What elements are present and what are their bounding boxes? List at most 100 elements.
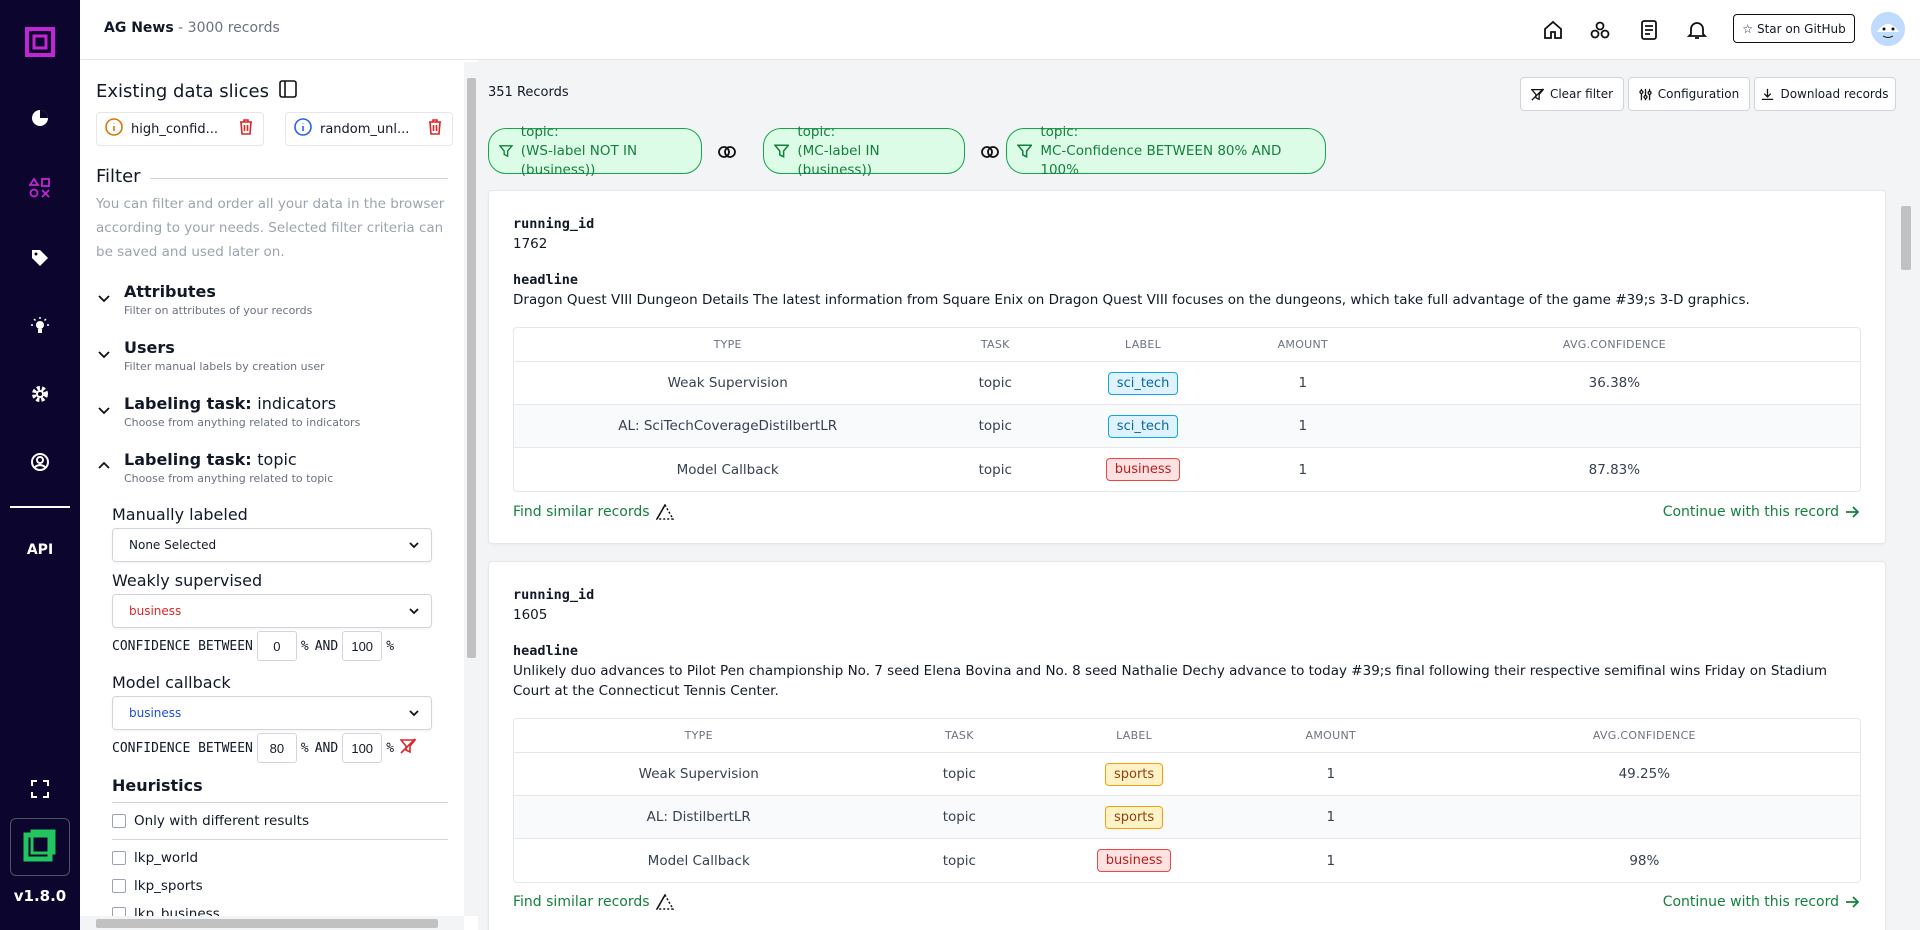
star-github-label: Star on GitHub xyxy=(1756,21,1846,36)
overview-chart-icon[interactable] xyxy=(22,100,58,136)
group-desc: Choose from anything related to topic xyxy=(124,472,334,485)
download-icon xyxy=(1762,88,1774,100)
settings-gear-icon[interactable] xyxy=(22,376,58,412)
find-similar-link[interactable]: Find similar records xyxy=(513,504,674,520)
records-scroll-thumb[interactable] xyxy=(1901,206,1911,270)
and-link-icon xyxy=(718,146,736,158)
sidebar-scroll-thumb[interactable] xyxy=(467,78,476,658)
clear-filter-button[interactable]: Clear filter xyxy=(1520,77,1624,111)
group-users[interactable]: Users Filter manual labels by creation u… xyxy=(96,338,456,378)
weakly-supervised-select[interactable]: business xyxy=(112,594,432,628)
community-icon[interactable] xyxy=(1586,16,1614,44)
group-title: Attributes xyxy=(124,282,216,301)
similarity-triangle-icon xyxy=(655,504,674,520)
table-row: Model Callback topic business 1 87.83% xyxy=(514,448,1860,491)
fullscreen-icon[interactable] xyxy=(22,771,58,807)
label-badge: business xyxy=(1105,458,1181,481)
data-slices-heading: Existing data slices xyxy=(96,80,297,103)
panel-toggle-icon[interactable] xyxy=(279,80,297,103)
field-value: 1605 xyxy=(513,607,548,623)
weak-confidence-min-input[interactable]: 0 xyxy=(256,631,297,661)
project-record-count: 3000 records xyxy=(187,20,280,36)
continue-record-link[interactable]: Continue with this record xyxy=(1663,504,1859,520)
configuration-button[interactable]: Configuration xyxy=(1628,77,1750,111)
sidebar-hscroll-thumb[interactable] xyxy=(96,919,438,928)
chevron-down-icon xyxy=(98,351,110,359)
delete-slice-trash-icon[interactable] xyxy=(239,119,253,139)
group-desc: Filter manual labels by creation user xyxy=(124,360,325,373)
docs-icon[interactable] xyxy=(1635,16,1663,44)
checkbox-box[interactable] xyxy=(112,851,126,865)
weakly-supervised-label: Weakly supervised xyxy=(112,571,263,590)
slice-name: random_unl... xyxy=(320,121,410,137)
field-value: Unlikely duo advances to Pilot Pen champ… xyxy=(513,663,1828,699)
group-desc: Filter on attributes of your records xyxy=(124,304,313,317)
model-callback-select[interactable]: business xyxy=(112,696,432,730)
user-avatar[interactable] xyxy=(1871,12,1905,46)
and-link-icon xyxy=(981,146,999,158)
filter-pill[interactable]: topic: MC-Confidence BETWEEN 80% AND 100% xyxy=(1006,124,1326,178)
star-github-button[interactable]: ☆ Star on GitHub xyxy=(1733,14,1855,43)
chevron-down-icon xyxy=(397,707,431,719)
model-confidence-range: CONFIDENCE BETWEEN 80 % AND 100 % xyxy=(112,733,417,763)
records-panel: 351 Records Clear filter Configuration D… xyxy=(478,60,1920,930)
heuristic-checkbox[interactable]: lkp_world xyxy=(112,850,198,866)
home-icon[interactable] xyxy=(1539,16,1567,44)
heuristics-divider xyxy=(112,802,448,803)
table-row: Model Callback topic business 1 98% xyxy=(514,839,1860,882)
group-labeling-topic[interactable]: Labeling task: topic Choose from anythin… xyxy=(96,450,456,490)
checkbox-box[interactable] xyxy=(112,814,126,828)
table-row: Weak Supervision topic sci_tech 1 36.38% xyxy=(514,362,1860,405)
record-card: running_id 1762 headline Dragon Quest VI… xyxy=(488,190,1886,544)
data-browser-icon[interactable] xyxy=(22,170,58,206)
checkbox-box[interactable] xyxy=(112,879,126,893)
sliders-icon xyxy=(1639,88,1652,100)
notifications-bell-icon[interactable] xyxy=(1683,16,1711,44)
label-table: TYPE TASK LABEL AMOUNT AVG.CONFIDENCE We… xyxy=(513,718,1861,883)
clear-filter-off-icon[interactable] xyxy=(399,738,417,758)
filter-pill[interactable]: topic: (WS-label NOT IN (business)) xyxy=(488,124,702,178)
filter-divider xyxy=(150,178,448,179)
continue-record-link[interactable]: Continue with this record xyxy=(1663,894,1859,910)
heuristic-checkbox[interactable]: lkp_sports xyxy=(112,878,203,894)
chevron-down-icon xyxy=(98,295,110,303)
chevron-down-icon xyxy=(397,539,431,551)
group-labeling-indicators[interactable]: Labeling task: indicators Choose from an… xyxy=(96,394,456,434)
account-icon[interactable] xyxy=(22,444,58,480)
slice-high-confidence[interactable]: high_confid... xyxy=(96,112,264,146)
project-title: AG News - 3000 records xyxy=(104,20,280,36)
group-title: Users xyxy=(124,338,175,357)
slice-name: high_confid... xyxy=(131,121,219,137)
label-table: TYPE TASK LABEL AMOUNT AVG.CONFIDENCE We… xyxy=(513,327,1861,492)
arrow-right-icon xyxy=(1846,506,1859,518)
records-scrollbar[interactable] xyxy=(1898,190,1914,920)
star-icon: ☆ xyxy=(1742,21,1753,36)
field-name: headline xyxy=(513,272,579,288)
only-different-results-checkbox[interactable]: Only with different results xyxy=(112,813,309,829)
chevron-down-icon xyxy=(397,605,431,617)
table-header: TYPE TASK LABEL AMOUNT AVG.CONFIDENCE xyxy=(514,719,1860,753)
delete-slice-trash-icon[interactable] xyxy=(428,119,442,139)
manually-labeled-select[interactable]: None Selected xyxy=(112,528,432,562)
group-desc: Choose from anything related to indicato… xyxy=(124,416,361,429)
heuristics-bulb-icon[interactable] xyxy=(22,308,58,344)
filter-icon xyxy=(499,145,513,158)
app-logo-icon[interactable] xyxy=(22,24,58,60)
label-badge: sci_tech xyxy=(1107,414,1179,438)
model-callback-label: Model callback xyxy=(112,673,231,692)
model-confidence-max-input[interactable]: 100 xyxy=(342,733,383,763)
api-link[interactable]: API xyxy=(0,542,80,558)
slice-random-unlabeled[interactable]: random_unl... xyxy=(285,112,453,146)
find-similar-link[interactable]: Find similar records xyxy=(513,894,674,910)
model-confidence-min-input[interactable]: 80 xyxy=(256,733,297,763)
group-attributes[interactable]: Attributes Filter on attributes of your … xyxy=(96,282,456,322)
labeling-tag-icon[interactable] xyxy=(22,240,58,276)
version-label: v1.8.0 xyxy=(13,887,67,905)
download-records-button[interactable]: Download records xyxy=(1754,77,1896,111)
filter-off-icon xyxy=(1530,87,1544,101)
weak-confidence-max-input[interactable]: 100 xyxy=(342,631,383,661)
filter-icon xyxy=(1017,144,1033,159)
filter-pill[interactable]: topic: (MC-label IN (business)) xyxy=(763,124,965,178)
table-header: TYPE TASK LABEL AMOUNT AVG.CONFIDENCE xyxy=(514,328,1860,362)
project-name: AG News xyxy=(104,20,174,36)
